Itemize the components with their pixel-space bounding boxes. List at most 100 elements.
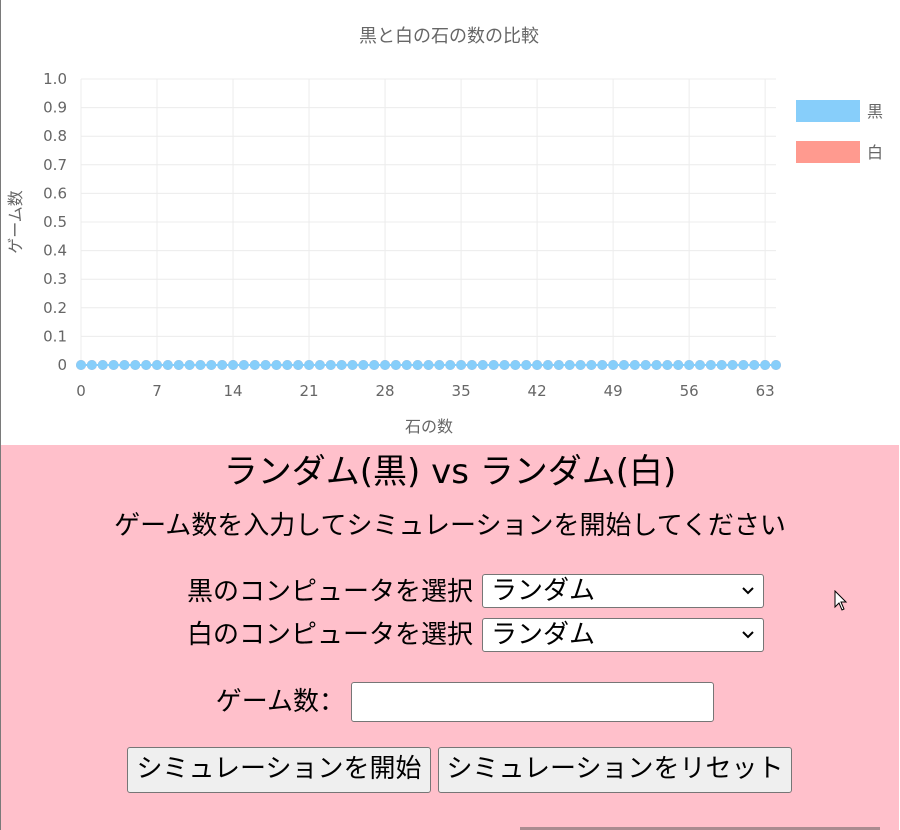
white-select-label: 白のコンピュータを選択 xyxy=(186,620,473,650)
games-input[interactable] xyxy=(351,682,714,722)
y-tick-label: 0.9 xyxy=(43,99,67,117)
y-tick-label: 0.2 xyxy=(43,299,67,317)
black-computer-select[interactable]: ランダム xyxy=(482,574,764,608)
data-point-黒 xyxy=(553,360,564,370)
white-select-value: ランダム xyxy=(491,620,596,650)
data-point-黒 xyxy=(412,360,423,370)
data-point-黒 xyxy=(456,360,467,370)
data-point-黒 xyxy=(76,360,86,370)
data-point-黒 xyxy=(608,360,619,370)
chevron-down-icon xyxy=(741,619,755,651)
start-simulation-button[interactable]: シミュレーションを開始 xyxy=(127,747,431,793)
y-tick-label: 0.5 xyxy=(43,213,67,231)
data-point-黒 xyxy=(586,360,597,370)
mouse-cursor-icon xyxy=(834,589,848,612)
data-point-黒 xyxy=(217,360,228,370)
data-point-黒 xyxy=(228,360,239,370)
x-tick-label: 28 xyxy=(376,382,395,400)
chevron-down-icon xyxy=(741,575,755,607)
x-tick-label: 21 xyxy=(300,382,319,400)
data-point-黒 xyxy=(390,360,401,370)
data-point-黒 xyxy=(206,360,217,370)
data-point-黒 xyxy=(423,360,434,370)
data-point-黒 xyxy=(510,360,521,370)
data-point-黒 xyxy=(336,360,347,370)
data-point-黒 xyxy=(542,360,553,370)
x-tick-label: 0 xyxy=(76,382,86,400)
instruction-text: ゲーム数を入力してシミュレーションを開始してください xyxy=(114,511,786,541)
black-select-value: ランダム xyxy=(491,576,596,606)
data-point-黒 xyxy=(271,360,282,370)
data-point-黒 xyxy=(304,360,315,370)
y-tick-label: 0.3 xyxy=(43,270,67,288)
data-point-黒 xyxy=(673,360,684,370)
legend-swatch-黒 xyxy=(796,100,860,122)
data-point-黒 xyxy=(521,360,532,370)
data-point-黒 xyxy=(575,360,586,370)
data-point-黒 xyxy=(325,360,336,370)
data-point-黒 xyxy=(282,360,293,370)
reset-simulation-button[interactable]: シミュレーションをリセット xyxy=(438,747,792,793)
control-panel: ランダム(黒) vs ランダム(白) ゲーム数を入力してシミュレーションを開始し… xyxy=(1,445,899,830)
data-point-黒 xyxy=(684,360,695,370)
data-point-黒 xyxy=(184,360,195,370)
data-point-黒 xyxy=(466,360,477,370)
x-tick-label: 63 xyxy=(756,382,775,400)
y-tick-label: 0.1 xyxy=(43,327,67,345)
y-tick-label: 0 xyxy=(57,356,67,374)
data-point-黒 xyxy=(488,360,499,370)
data-point-黒 xyxy=(238,360,249,370)
data-point-黒 xyxy=(532,360,543,370)
data-point-黒 xyxy=(597,360,608,370)
data-point-黒 xyxy=(564,360,575,370)
data-point-黒 xyxy=(162,360,173,370)
data-point-黒 xyxy=(771,360,781,370)
y-axis-label: ゲーム数 xyxy=(6,190,25,254)
y-tick-label: 0.7 xyxy=(43,156,67,174)
legend-swatch-白 xyxy=(796,141,860,163)
x-tick-label: 42 xyxy=(528,382,547,400)
legend-label-黒: 黒 xyxy=(867,102,883,121)
data-point-黒 xyxy=(716,360,727,370)
data-point-黒 xyxy=(358,360,369,370)
data-point-黒 xyxy=(195,360,206,370)
games-label: ゲーム数： xyxy=(215,687,345,717)
data-point-黒 xyxy=(662,360,673,370)
x-tick-label: 49 xyxy=(604,382,623,400)
x-tick-label: 14 xyxy=(223,382,242,400)
data-point-黒 xyxy=(260,360,271,370)
x-axis-label: 石の数 xyxy=(405,417,453,436)
data-point-黒 xyxy=(434,360,445,370)
data-point-黒 xyxy=(749,360,760,370)
legend-label-白: 白 xyxy=(867,143,883,162)
data-point-黒 xyxy=(618,360,629,370)
data-point-黒 xyxy=(130,360,141,370)
data-point-黒 xyxy=(705,360,716,370)
stone-count-chart: 黒と白の石の数の比較 0 0.1 0.2 0.3 0.4 0.5 0.6 0.7 0.8 0.9 1.… xyxy=(1,0,900,445)
data-point-黒 xyxy=(293,360,304,370)
white-computer-select[interactable]: ランダム xyxy=(482,618,764,652)
y-tick-label: 1.0 xyxy=(43,70,67,88)
data-point-黒 xyxy=(347,360,358,370)
data-point-黒 xyxy=(380,360,391,370)
data-point-黒 xyxy=(629,360,640,370)
data-point-黒 xyxy=(86,360,97,370)
data-point-黒 xyxy=(651,360,662,370)
y-tick-label: 0.6 xyxy=(43,184,67,202)
data-point-黒 xyxy=(314,360,325,370)
data-point-黒 xyxy=(97,360,108,370)
data-point-黒 xyxy=(249,360,260,370)
data-point-黒 xyxy=(173,360,184,370)
data-point-黒 xyxy=(401,360,412,370)
data-point-黒 xyxy=(445,360,456,370)
data-point-黒 xyxy=(369,360,380,370)
match-title: ランダム(黒) vs ランダム(白) xyxy=(223,452,677,492)
data-point-黒 xyxy=(694,360,705,370)
data-point-黒 xyxy=(152,360,163,370)
y-tick-label: 0.4 xyxy=(43,242,67,260)
data-point-黒 xyxy=(760,360,771,370)
data-point-黒 xyxy=(108,360,119,370)
data-point-黒 xyxy=(640,360,651,370)
chart-svg: 黒と白の石の数の比較 0 0.1 0.2 0.3 0.4 0.5 0.6 0.7 0.8 0.9 1.… xyxy=(6,26,883,436)
data-point-黒 xyxy=(119,360,130,370)
